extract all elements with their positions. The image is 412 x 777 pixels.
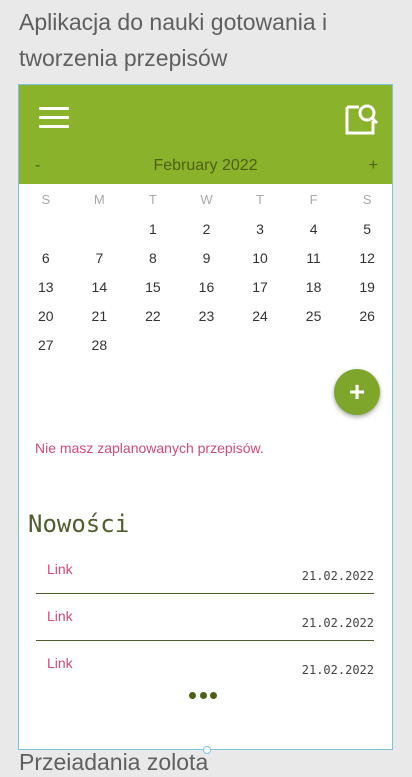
calendar-day[interactable]: 28: [73, 335, 127, 364]
news-list: Link 21.02.2022 Link 21.02.2022 Link 21.…: [36, 547, 374, 687]
phone-frame: - February 2022 + S M T W T F S 1 2 3 4 …: [18, 84, 393, 750]
news-link[interactable]: Link: [47, 655, 73, 671]
calendar-day[interactable]: 4: [287, 219, 341, 248]
calendar-day[interactable]: 27: [19, 335, 73, 364]
weekday-header: S M T W T F S: [19, 190, 392, 219]
calendar-day[interactable]: 15: [126, 277, 180, 306]
calendar-week: 20 21 22 23 24 25 26: [19, 306, 392, 335]
news-section-title: Nowości: [28, 510, 130, 538]
calendar-day[interactable]: 21: [73, 306, 127, 335]
calendar-day[interactable]: 13: [19, 277, 73, 306]
weekday-label: S: [362, 192, 372, 207]
calendar-day: [73, 219, 127, 248]
weekday-label: T: [256, 192, 264, 207]
weekday-label: F: [309, 192, 318, 207]
more-dots-icon[interactable]: [189, 691, 217, 699]
calendar-week: 13 14 15 16 17 18 19: [19, 277, 392, 306]
news-item: Link 21.02.2022: [36, 641, 374, 687]
menu-icon[interactable]: [39, 107, 69, 131]
calendar-day[interactable]: 17: [233, 277, 287, 306]
page-title: Aplikacja do nauki gotowania i tworzenia…: [19, 9, 328, 71]
news-date: 21.02.2022: [301, 616, 374, 630]
app-topbar: - February 2022 +: [19, 85, 392, 184]
calendar-day[interactable]: 20: [19, 306, 73, 335]
weekday-label: W: [200, 192, 213, 207]
month-label: February 2022: [153, 157, 258, 174]
search-document-icon[interactable]: [343, 101, 379, 137]
calendar-day: [180, 335, 234, 364]
calendar-day[interactable]: 19: [340, 277, 392, 306]
calendar-week: 27 28: [19, 335, 392, 364]
calendar-day[interactable]: 7: [73, 248, 127, 277]
news-item: Link 21.02.2022: [36, 547, 374, 594]
calendar-day[interactable]: 22: [126, 306, 180, 335]
calendar-day[interactable]: 25: [287, 306, 341, 335]
calendar-day: [19, 219, 73, 248]
calendar-day: [287, 335, 341, 364]
calendar-day[interactable]: 1: [126, 219, 180, 248]
month-navigation: - February 2022 +: [19, 157, 392, 179]
next-month-button[interactable]: +: [369, 157, 378, 175]
calendar-day: [340, 335, 392, 364]
news-item: Link 21.02.2022: [36, 594, 374, 641]
calendar-day[interactable]: 11: [287, 248, 341, 277]
calendar-day[interactable]: 3: [233, 219, 287, 248]
calendar-week: 6 7 8 9 10 11 12: [19, 248, 392, 277]
calendar-day: [233, 335, 287, 364]
no-planned-recipes-message: Nie masz zaplanowanych przepisów.: [35, 440, 264, 456]
news-link[interactable]: Link: [47, 608, 73, 624]
calendar-day[interactable]: 26: [340, 306, 392, 335]
calendar-day: [126, 335, 180, 364]
calendar-day[interactable]: 8: [126, 248, 180, 277]
add-icon: +: [348, 376, 366, 407]
calendar-day[interactable]: 24: [233, 306, 287, 335]
add-recipe-button[interactable]: +: [334, 369, 380, 415]
calendar-day[interactable]: 18: [287, 277, 341, 306]
next-section-title: Przeiadania zolota: [19, 749, 209, 775]
calendar-day[interactable]: 16: [180, 277, 234, 306]
calendar-grid: S M T W T F S 1 2 3 4 5 6 7 8 9 10 11 12…: [19, 190, 392, 364]
calendar-day[interactable]: 14: [73, 277, 127, 306]
weekday-label: M: [93, 192, 105, 207]
calendar-day[interactable]: 9: [180, 248, 234, 277]
calendar-day[interactable]: 23: [180, 306, 234, 335]
calendar-day[interactable]: 6: [19, 248, 73, 277]
news-date: 21.02.2022: [301, 663, 374, 677]
calendar-week: 1 2 3 4 5: [19, 219, 392, 248]
calendar-day[interactable]: 5: [340, 219, 392, 248]
weekday-label: T: [148, 192, 157, 207]
news-date: 21.02.2022: [301, 569, 374, 583]
news-link[interactable]: Link: [47, 561, 73, 577]
calendar-day[interactable]: 10: [233, 248, 287, 277]
calendar-day[interactable]: 2: [180, 219, 234, 248]
weekday-label: S: [41, 192, 51, 207]
calendar-day[interactable]: 12: [340, 248, 392, 277]
